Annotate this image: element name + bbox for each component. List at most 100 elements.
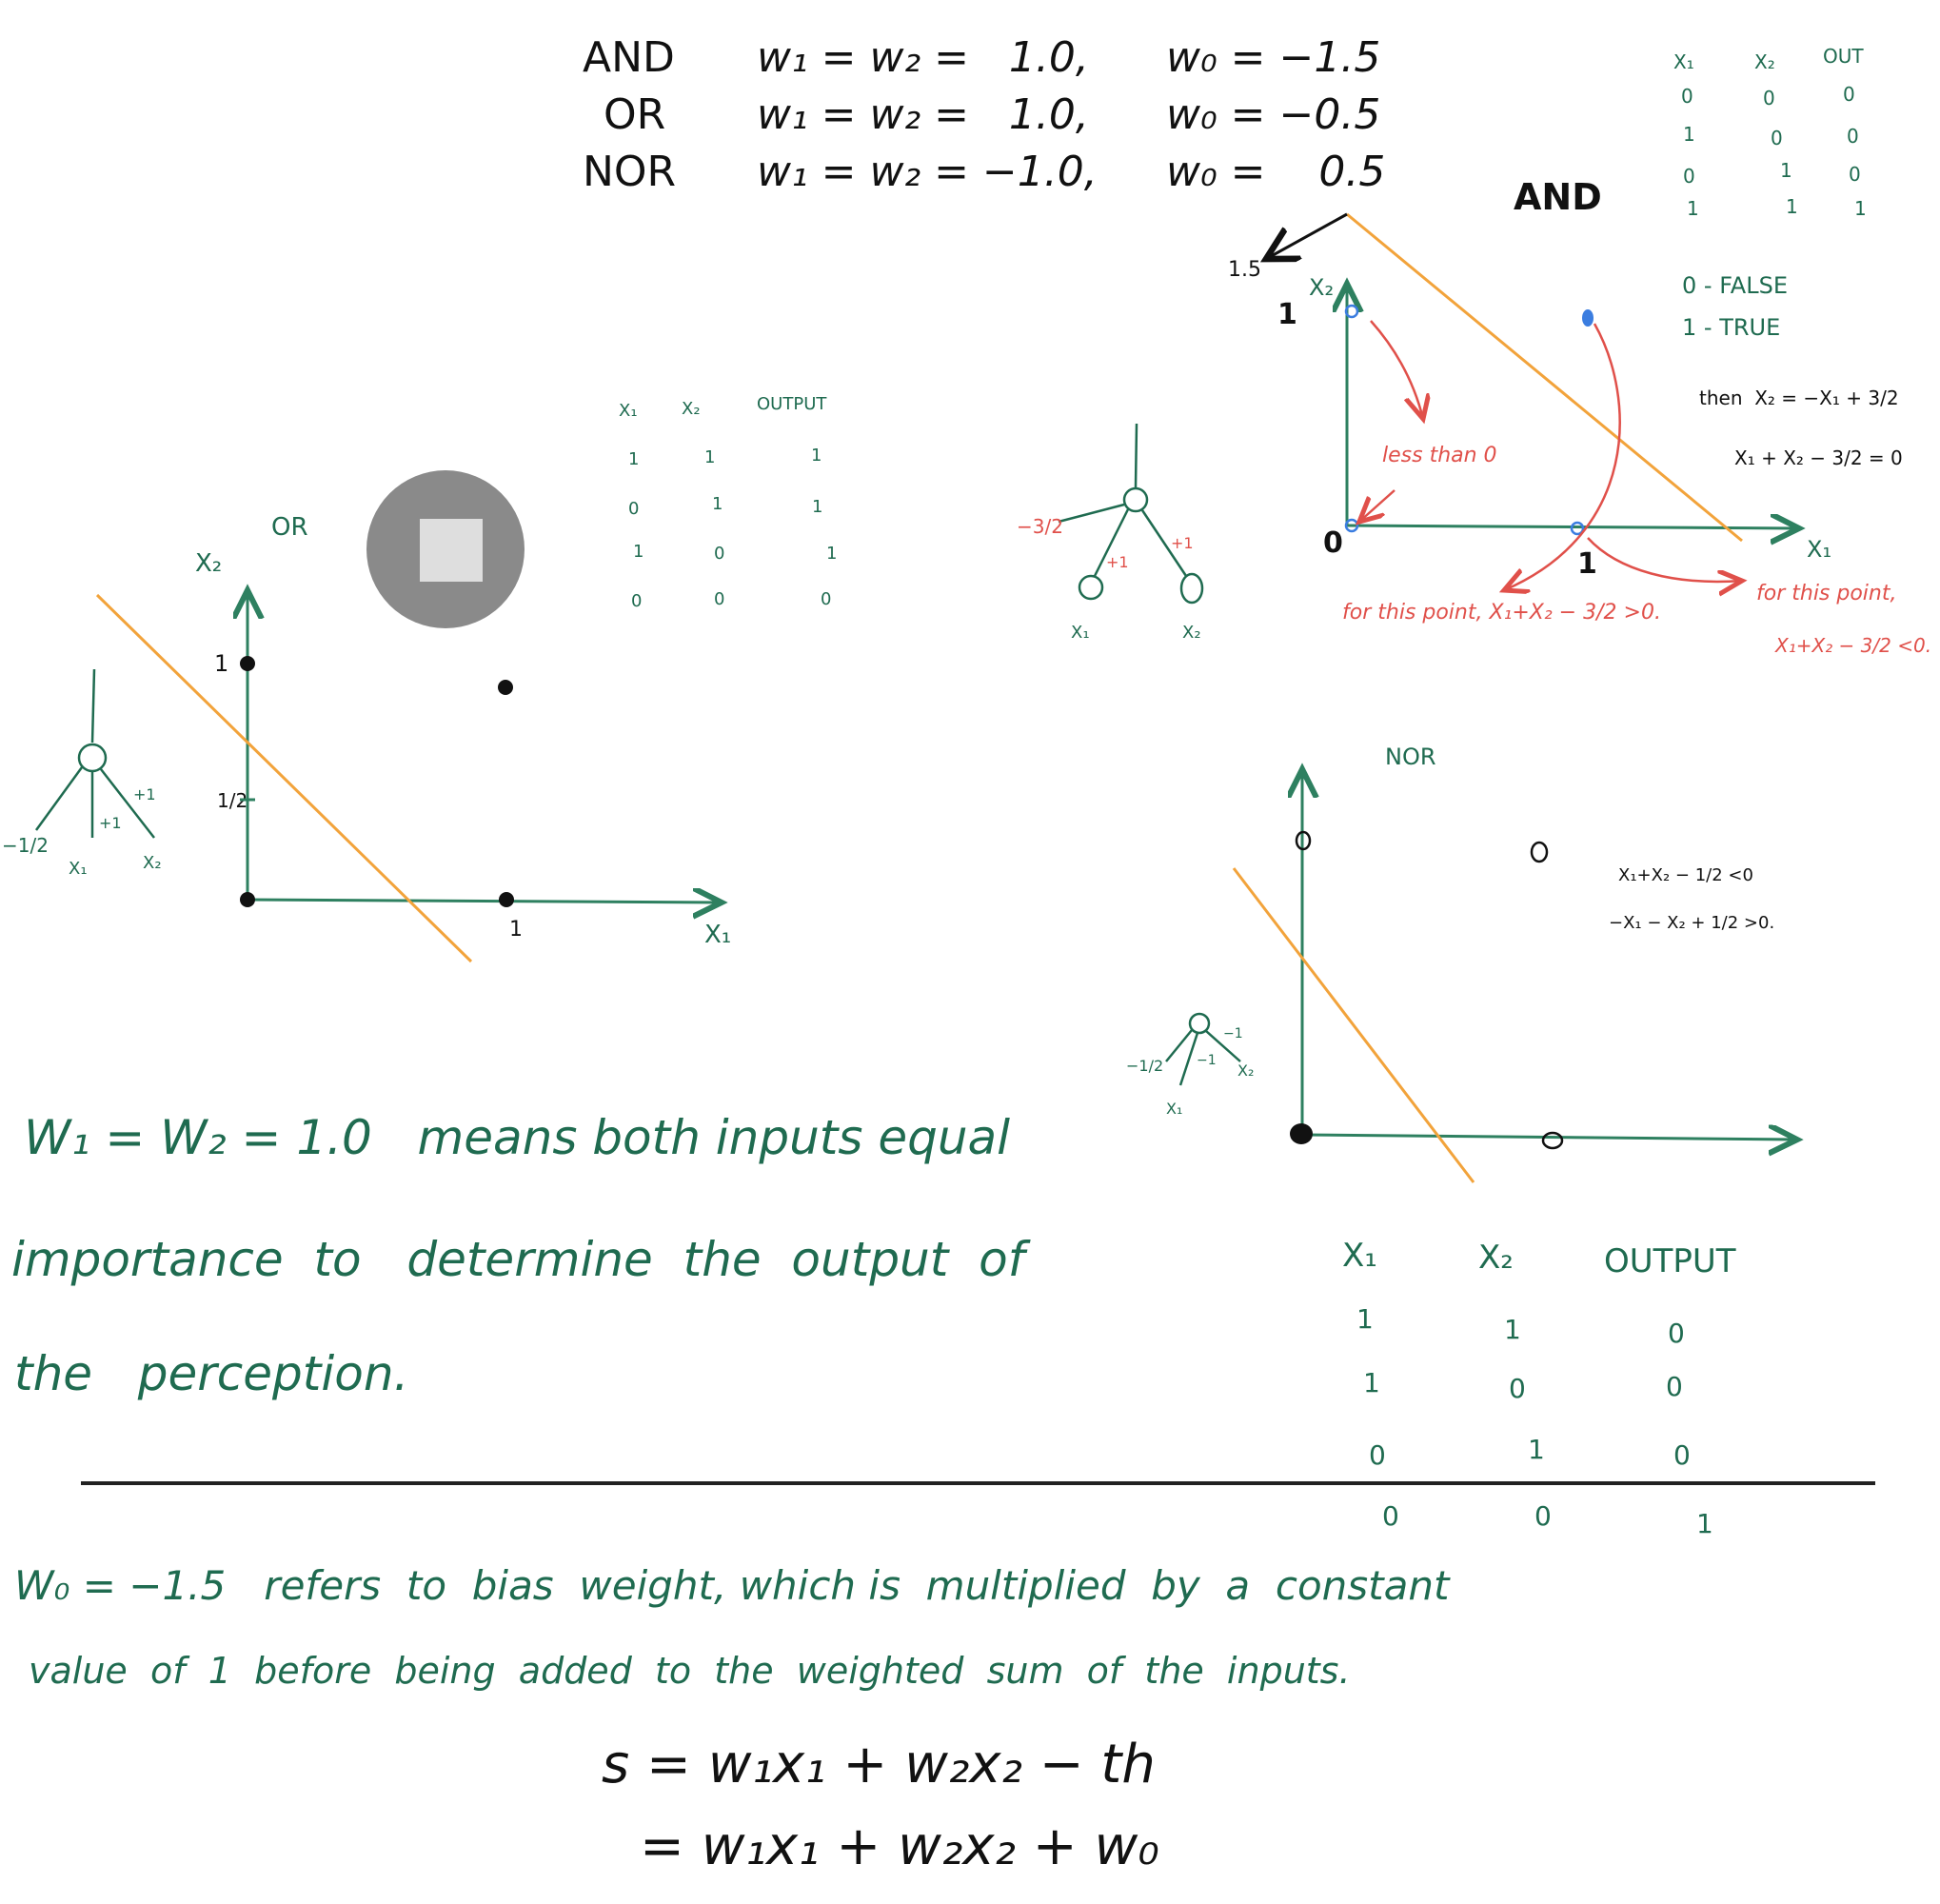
nor-th-x2: X₂ xyxy=(1478,1239,1514,1277)
and-title: AND xyxy=(1514,176,1602,218)
and-origin: 0 xyxy=(1323,526,1343,560)
nor-r1-c3: 0 xyxy=(1668,1318,1685,1349)
or-x-label: X₁ xyxy=(704,921,731,949)
and-y-label: X₂ xyxy=(1309,274,1334,301)
bias-line-1: W₀ = −1.5 refers to bias weight, which i… xyxy=(14,1562,1451,1609)
nor-r3-c1: 0 xyxy=(1369,1439,1386,1471)
and-tick-x1: 1 xyxy=(1577,547,1597,581)
and-r4-c2: 1 xyxy=(1786,195,1798,218)
nor-r2-c1: 1 xyxy=(1363,1367,1380,1398)
and-tick-y1: 1 xyxy=(1277,298,1297,331)
or-th-x2: X₂ xyxy=(682,399,701,419)
weights-explanation: W₁ = W₂ = 1.0 means both inputs equal im… xyxy=(11,1110,1031,1401)
or-r1-c2: 1 xyxy=(704,447,715,467)
or-r2-c3: 1 xyxy=(812,497,822,517)
or-perc-w2: +1 xyxy=(133,785,156,803)
and-perc-bias-edge xyxy=(1058,503,1125,524)
nor-r4-c1: 0 xyxy=(1382,1500,1399,1532)
and-r2-c2: 0 xyxy=(1771,127,1783,149)
and-eq-line2: X₁ + X₂ − 3/2 = 0 xyxy=(1734,446,1903,469)
and-offset-arrow xyxy=(1266,212,1348,259)
or-r3-c2: 0 xyxy=(714,544,724,564)
nor-r4-c3: 1 xyxy=(1696,1508,1713,1539)
and-perc-in1-node xyxy=(1078,574,1104,601)
nor-point-1-0 xyxy=(1541,1131,1564,1150)
and-th-x1: X₁ xyxy=(1673,50,1694,73)
nor-th-out: OUTPUT xyxy=(1604,1242,1736,1280)
nor-perc-bias-edge xyxy=(1165,1029,1193,1062)
gate-or-w12: w₁ = w₂ = 1.0, xyxy=(757,90,1089,139)
or-decision-boundary xyxy=(95,593,473,963)
and-r1-c2: 0 xyxy=(1763,87,1775,109)
gate-and-w0: w₀ = −1.5 xyxy=(1166,33,1380,82)
and-perc-in2-node xyxy=(1179,572,1204,605)
or-r1-c3: 1 xyxy=(811,446,822,466)
nor-perc-in2: X₂ xyxy=(1237,1061,1254,1080)
nor-perceptron: −1/2 −1 −1 X₁ X₂ xyxy=(1126,1012,1254,1118)
and-perc-node xyxy=(1122,486,1149,513)
or-perc-w1: +1 xyxy=(99,814,122,832)
gate-nor-w0: w₀ = 0.5 xyxy=(1166,148,1385,196)
and-perc-w1: +1 xyxy=(1106,553,1129,571)
or-r4-c2: 0 xyxy=(714,589,724,609)
gate-or-w0: w₀ = −0.5 xyxy=(1166,90,1380,139)
and-perc-w2: +1 xyxy=(1171,534,1194,552)
and-plot: AND X₂ X₁ 1 1 0 1.5 less than 0 for this… xyxy=(1228,176,1931,657)
nor-r2-c3: 0 xyxy=(1666,1371,1683,1402)
and-r3-c1: 0 xyxy=(1683,165,1695,188)
and-r2-c3: 0 xyxy=(1847,125,1859,148)
formula-line-2: = w₁x₁ + w₂x₂ + w₀ xyxy=(640,1815,1159,1877)
gate-or-label: OR xyxy=(604,90,665,139)
nor-title: NOR xyxy=(1385,744,1436,770)
or-tick-y1: 1 xyxy=(214,650,228,677)
nor-r1-c1: 1 xyxy=(1356,1303,1374,1335)
and-origin-arrow xyxy=(1359,489,1396,522)
or-perc-bias-edge xyxy=(34,766,84,831)
or-y-label: X₂ xyxy=(195,549,222,578)
and-th-out: OUT xyxy=(1823,45,1864,68)
and-less-than-label: less than 0 xyxy=(1382,444,1497,467)
or-r1-c1: 1 xyxy=(628,449,639,469)
or-x-axis xyxy=(247,900,722,902)
or-perc-in2: X₂ xyxy=(143,853,162,873)
and-eq-line1: then X₂ = −X₁ + 3/2 xyxy=(1699,387,1899,409)
stop-icon xyxy=(420,519,483,582)
and-r3-c2: 1 xyxy=(1780,159,1792,182)
gate-and-label: AND xyxy=(583,33,675,82)
nor-plot: NOR X₁+X₂ − 1/2 <0 −X₁ − X₂ + 1/2 >0. xyxy=(1232,744,1797,1183)
nor-r2-c2: 0 xyxy=(1509,1373,1526,1404)
stop-recording-button[interactable] xyxy=(366,470,525,628)
or-r4-c1: 0 xyxy=(631,591,642,611)
and-perceptron: −3/2 +1 +1 X₁ X₂ xyxy=(1017,423,1204,643)
bias-explanation: W₀ = −1.5 refers to bias weight, which i… xyxy=(14,1562,1451,1692)
or-r2-c1: 0 xyxy=(628,499,639,519)
nor-point-1-1 xyxy=(1530,841,1549,863)
and-perc-bias: −3/2 xyxy=(1017,515,1063,538)
and-r4-c1: 1 xyxy=(1687,197,1699,220)
or-point-1-1 xyxy=(498,680,513,695)
or-r3-c1: 1 xyxy=(633,542,643,562)
or-tick-x1: 1 xyxy=(509,918,523,942)
or-th-out: OUTPUT xyxy=(757,394,827,414)
explanation-line-2: importance to determine the output of xyxy=(11,1232,1031,1287)
or-truth-table: X₁ X₂ OUTPUT 1 1 1 0 1 1 1 0 1 0 0 0 xyxy=(619,394,837,611)
gate-nor-label: NOR xyxy=(583,148,676,196)
nor-perc-in1: X₁ xyxy=(1166,1100,1182,1118)
or-perceptron: −1/2 +1 +1 X₁ X₂ xyxy=(2,668,162,879)
and-point-right-label-b: X₁+X₂ − 3/2 <0. xyxy=(1774,634,1931,657)
legend-false: 0 - FALSE xyxy=(1682,272,1788,299)
and-r1-c1: 0 xyxy=(1681,85,1693,108)
nor-th-x1: X₁ xyxy=(1342,1237,1377,1275)
or-perc-node xyxy=(77,743,108,773)
or-perc-bias: −1/2 xyxy=(2,834,49,857)
nor-perc-bias: −1/2 xyxy=(1126,1057,1163,1075)
weights-table: AND w₁ = w₂ = 1.0, w₀ = −1.5 OR w₁ = w₂ … xyxy=(583,33,1385,196)
and-x-label: X₁ xyxy=(1807,536,1831,563)
and-decision-boundary xyxy=(1346,212,1743,543)
legend-true: 1 - TRUE xyxy=(1682,314,1780,341)
or-r3-c3: 1 xyxy=(826,544,837,564)
and-less-arrow xyxy=(1370,320,1423,419)
nor-ineq1: X₁+X₂ − 1/2 <0 xyxy=(1618,865,1753,885)
nor-perc-w2: −1 xyxy=(1223,1026,1243,1041)
weighted-sum-formula: s = w₁x₁ + w₂x₂ − th = w₁x₁ + w₂x₂ + w₀ xyxy=(602,1734,1159,1877)
